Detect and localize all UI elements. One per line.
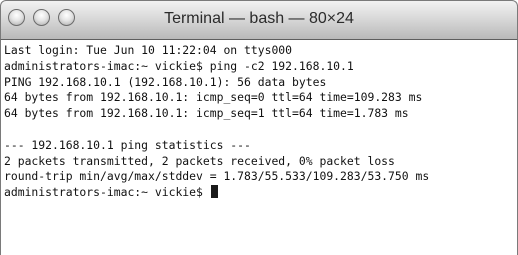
text-cursor: [210, 185, 218, 199]
output-line: 64 bytes from 192.168.10.1: icmp_seq=0 t…: [4, 90, 423, 105]
output-line: 2 packets transmitted, 2 packets receive…: [4, 153, 395, 168]
output-line: 64 bytes from 192.168.10.1: icmp_seq=1 t…: [4, 106, 409, 121]
output-line: --- 192.168.10.1 ping statistics ---: [4, 137, 251, 152]
shell-prompt: administrators-imac:~ vickie$: [4, 185, 210, 200]
output-line: PING 192.168.10.1 (192.168.10.1): 56 dat…: [4, 74, 327, 89]
window-title: Terminal — bash — 80×24: [164, 10, 354, 27]
terminal-window: Terminal — bash — 80×24 Last login: Tue …: [0, 0, 518, 255]
output-line: Last login: Tue Jun 10 11:22:04 on ttys0…: [4, 43, 293, 57]
title-bar[interactable]: Terminal — bash — 80×24: [0, 0, 518, 40]
prompt-line[interactable]: administrators-imac:~ vickie$: [4, 185, 517, 201]
output-line: administrators-imac:~ vickie$ ping -c2 1…: [4, 58, 354, 73]
output-line: round-trip min/avg/max/stddev = 1.783/55…: [4, 169, 430, 184]
terminal-output[interactable]: Last login: Tue Jun 10 11:22:04 on ttys0…: [0, 40, 518, 255]
